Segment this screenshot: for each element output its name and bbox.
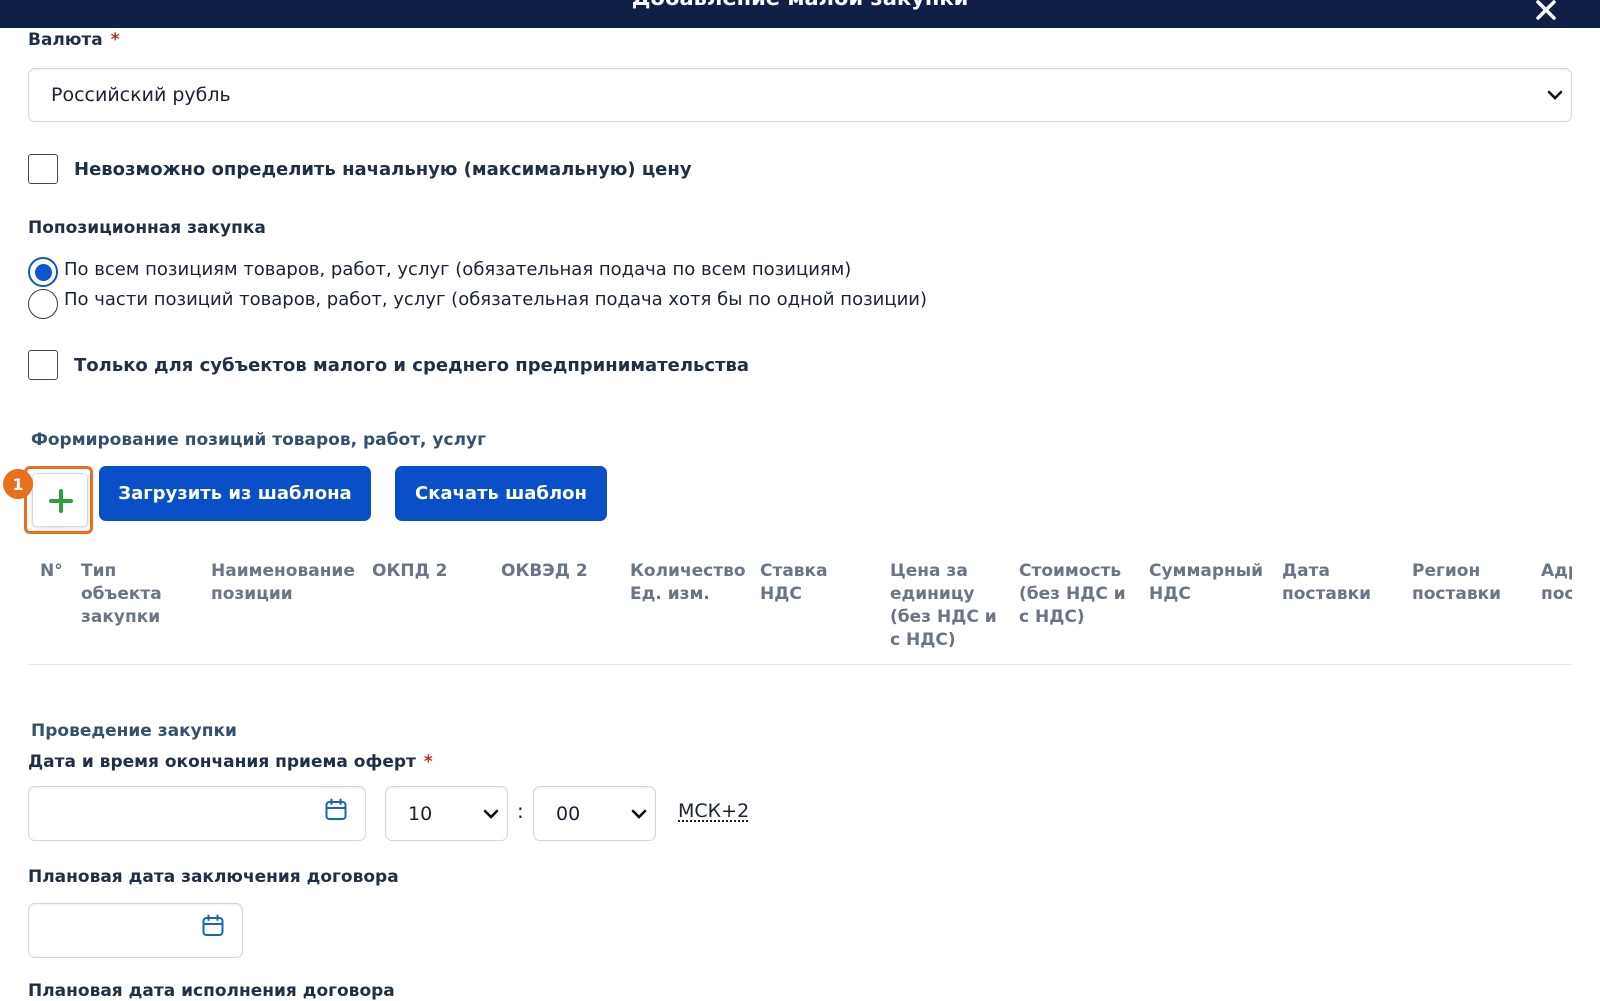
col-header-delivery-date: Дата поставки	[1282, 561, 1372, 604]
required-mark: *	[423, 752, 433, 772]
time-separator: :	[517, 799, 524, 823]
positional-label: Попозиционная закупка	[28, 218, 266, 238]
calendar-icon[interactable]	[201, 914, 225, 938]
deadline-date-input[interactable]	[28, 786, 366, 841]
col-header-total-vat: Суммарный НДС	[1149, 561, 1264, 604]
conduct-section-title: Проведение закупки	[31, 721, 237, 741]
sme-checkbox-label: Только для субъектов малого и среднего п…	[74, 355, 750, 376]
plus-icon	[49, 489, 73, 513]
currency-label: Валюта *	[28, 30, 120, 50]
no-price-checkbox[interactable]	[28, 154, 58, 184]
col-header-delivery-region: Регион поставки	[1412, 561, 1502, 604]
contract-date-label: Плановая дата заключения договора	[28, 867, 399, 887]
col-header-number: N°	[40, 561, 63, 581]
table-divider	[28, 664, 1572, 665]
hour-select[interactable]: 10	[385, 786, 508, 841]
radio-part-positions-label: По части позиций товаров, работ, услуг (…	[64, 289, 928, 310]
col-header-object-type: Тип объекта закупки	[81, 561, 162, 627]
timezone-label: МСК+2	[678, 800, 750, 822]
col-header-cost: Стоимость (без НДС и с НДС)	[1019, 561, 1126, 627]
execution-date-label: Плановая дата исполнения договора	[28, 981, 395, 1001]
col-header-unit-price: Цена за единицу (без НДС и с НДС)	[890, 561, 997, 650]
minute-select-value: 00	[556, 802, 581, 825]
radio-part-positions[interactable]	[28, 289, 58, 319]
currency-select-value: Российский рубль	[51, 84, 231, 106]
modal-title: Добавление малой закупки	[0, 0, 1600, 10]
chevron-down-icon	[483, 809, 499, 819]
calendar-icon[interactable]	[324, 798, 348, 822]
radio-all-positions[interactable]	[28, 257, 58, 287]
chevron-down-icon	[1547, 90, 1563, 100]
col-header-vat-rate: Ставка НДС	[760, 561, 828, 604]
download-template-button[interactable]: Скачать шаблон	[395, 466, 607, 521]
positions-table-header: N° Тип объекта закупки Наименование пози…	[0, 560, 1572, 656]
col-header-okpd2: ОКПД 2	[372, 561, 448, 581]
load-template-button[interactable]: Загрузить из шаблона	[99, 466, 371, 521]
required-mark: *	[110, 30, 120, 50]
add-position-button[interactable]	[32, 473, 88, 527]
no-price-checkbox-label: Невозможно определить начальную (максима…	[74, 159, 692, 180]
contract-date-input[interactable]	[28, 903, 243, 958]
minute-select[interactable]: 00	[533, 786, 656, 841]
currency-select[interactable]: Российский рубль	[28, 68, 1572, 122]
col-header-delivery-address: Адрес поставки	[1541, 561, 1572, 604]
deadline-label: Дата и время окончания приема оферт *	[28, 752, 433, 772]
hour-select-value: 10	[408, 802, 433, 825]
step-badge: 1	[3, 469, 33, 499]
positions-section-title: Формирование позиций товаров, работ, усл…	[31, 430, 486, 450]
col-header-quantity: Количество Ед. изм.	[630, 561, 746, 604]
col-header-position-name: Наименование позиции	[211, 561, 355, 604]
chevron-down-icon	[631, 809, 647, 819]
col-header-okved2: ОКВЭД 2	[501, 561, 588, 581]
sme-checkbox[interactable]	[28, 350, 58, 380]
close-icon[interactable]	[1534, 0, 1558, 22]
radio-all-positions-label: По всем позициям товаров, работ, услуг (…	[64, 259, 852, 280]
modal-header: Добавление малой закупки	[0, 0, 1600, 28]
